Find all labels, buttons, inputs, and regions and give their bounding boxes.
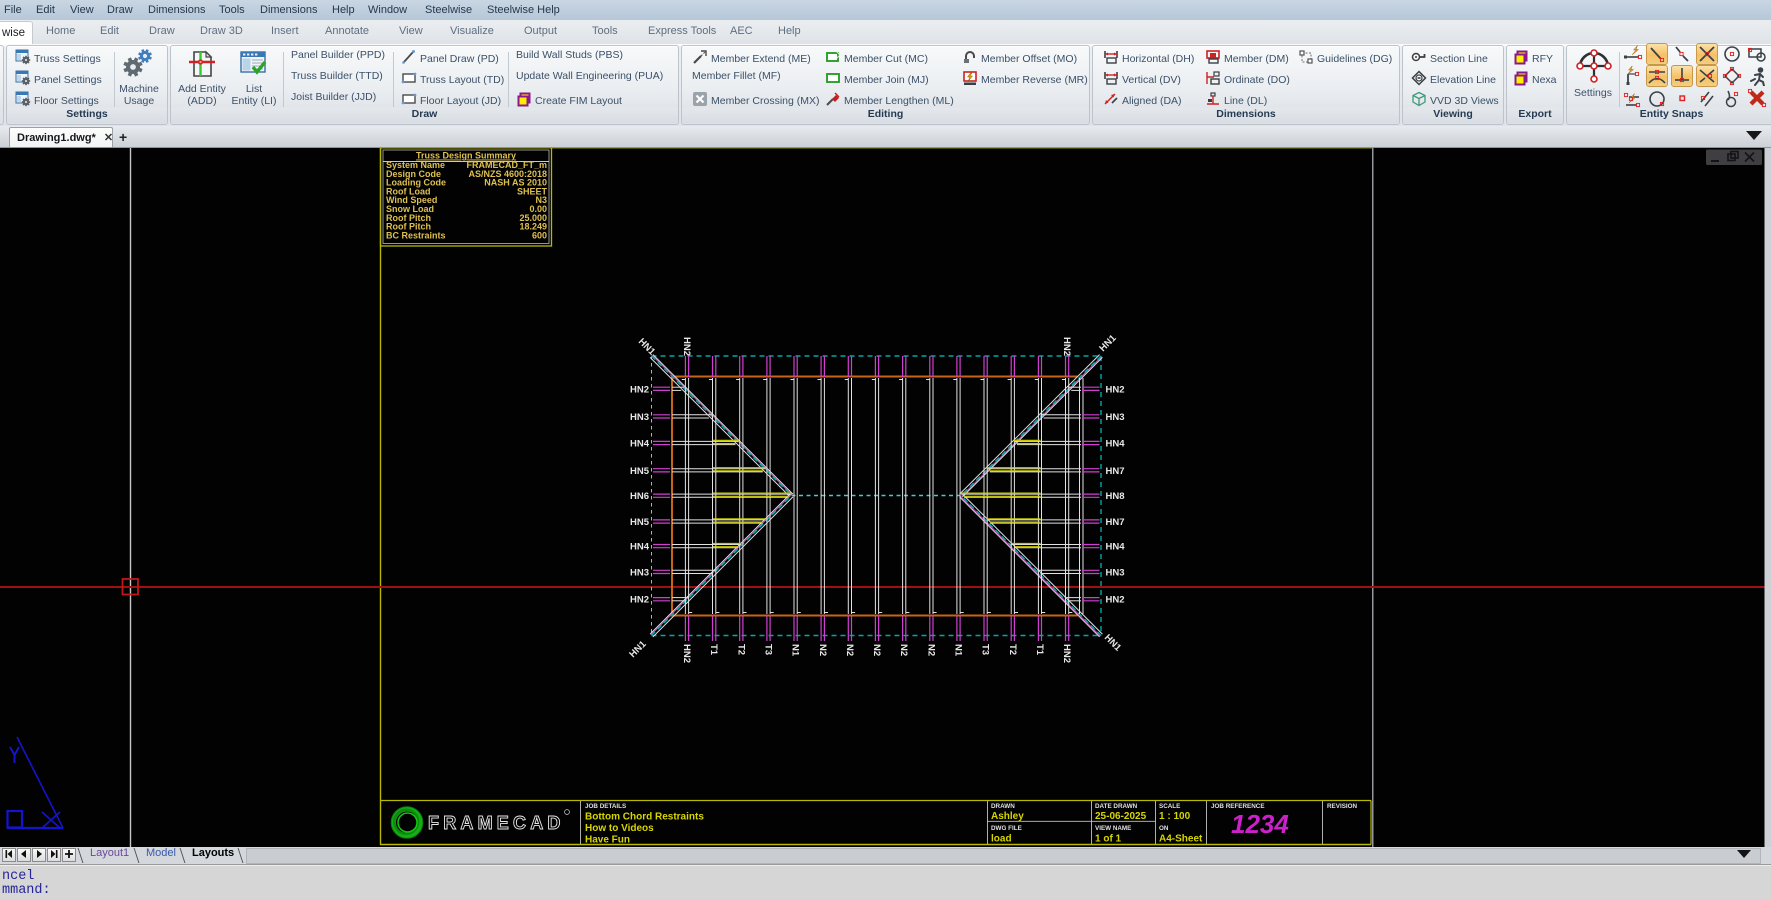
svg-text:N2: N2 [844, 644, 855, 656]
svg-text:HN4: HN4 [630, 542, 650, 553]
svg-text:HN7: HN7 [1106, 517, 1125, 528]
svg-text:HN3: HN3 [1106, 567, 1125, 578]
svg-text:HN4: HN4 [1106, 439, 1126, 450]
svg-text:Ashley: Ashley [991, 811, 1024, 822]
svg-text:1 : 100: 1 : 100 [1159, 811, 1191, 822]
svg-text:N2: N2 [817, 644, 828, 656]
svg-text:HN2: HN2 [681, 337, 692, 356]
svg-text:HN8: HN8 [1106, 491, 1125, 502]
svg-text:REVISION: REVISION [1327, 803, 1358, 810]
svg-text:N2: N2 [871, 644, 882, 656]
svg-text:1234: 1234 [1231, 809, 1289, 839]
svg-text:N1: N1 [953, 644, 964, 657]
svg-text:T2: T2 [735, 644, 746, 655]
svg-text:HN7: HN7 [1106, 466, 1125, 477]
svg-text:T2: T2 [1007, 644, 1018, 655]
svg-text:25-06-2025: 25-06-2025 [1095, 811, 1147, 822]
svg-text:load: load [991, 834, 1012, 845]
svg-text:HN2: HN2 [1061, 644, 1072, 663]
svg-text:T1: T1 [708, 644, 719, 656]
svg-text:DATE DRAWN: DATE DRAWN [1095, 803, 1138, 810]
svg-text:DRAWN: DRAWN [991, 803, 1015, 810]
svg-text:HN5: HN5 [630, 517, 650, 528]
svg-text:HN2: HN2 [1061, 337, 1072, 356]
svg-text:HN2: HN2 [630, 384, 649, 395]
svg-text:HN3: HN3 [1106, 412, 1125, 423]
svg-text:How to Videos: How to Videos [585, 823, 654, 834]
svg-text:T3: T3 [980, 644, 991, 655]
svg-text:N1: N1 [790, 644, 801, 657]
svg-text:HN3: HN3 [630, 567, 649, 578]
svg-text:600: 600 [532, 230, 547, 240]
svg-text:A4-Sheet: A4-Sheet [1159, 834, 1203, 845]
svg-text:VIEW NAME: VIEW NAME [1095, 825, 1131, 832]
svg-text:DWG FILE: DWG FILE [991, 825, 1022, 832]
svg-text:HN4: HN4 [630, 439, 650, 450]
svg-text:HN4: HN4 [1106, 542, 1126, 553]
svg-text:N2: N2 [925, 644, 936, 656]
svg-text:T3: T3 [763, 644, 774, 655]
svg-text:HN2: HN2 [630, 595, 649, 606]
svg-text:N2: N2 [898, 644, 909, 656]
svg-text:HN2: HN2 [681, 644, 692, 663]
svg-text:HN5: HN5 [630, 466, 650, 477]
svg-text:JOB DETAILS: JOB DETAILS [585, 803, 626, 810]
svg-text:FRAMECAD: FRAMECAD [428, 813, 565, 833]
svg-text:HN2: HN2 [1106, 384, 1125, 395]
svg-text:Truss Design Summary: Truss Design Summary [416, 151, 516, 161]
svg-text:1 of 1: 1 of 1 [1095, 834, 1122, 845]
svg-text:HN6: HN6 [630, 491, 649, 502]
svg-text:ON: ON [1159, 825, 1169, 832]
svg-text:HN3: HN3 [630, 412, 649, 423]
svg-text:Bottom Chord Restraints: Bottom Chord Restraints [585, 812, 704, 823]
svg-text:T1: T1 [1034, 644, 1045, 656]
svg-text:BC Restraints: BC Restraints [386, 230, 446, 240]
svg-text:HN2: HN2 [1106, 595, 1125, 606]
svg-text:SCALE: SCALE [1159, 803, 1180, 810]
svg-text:Have Fun: Have Fun [585, 835, 630, 846]
